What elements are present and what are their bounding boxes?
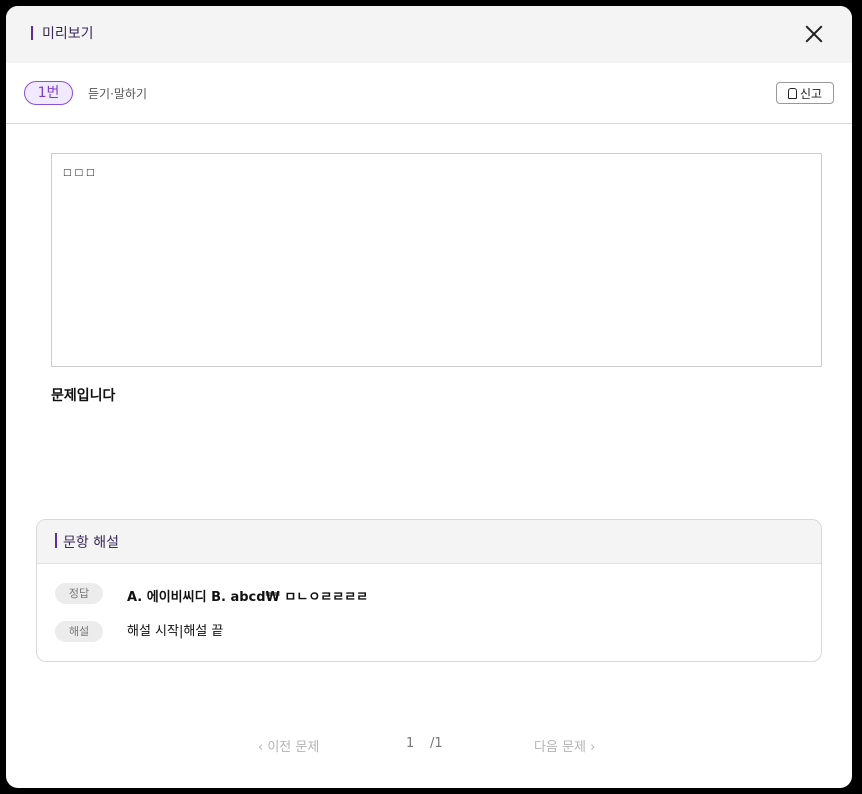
report-label: 신고 xyxy=(799,86,823,101)
answer-text: A. 에이비씨디 B. abcd₩ ㅁㄴㅇㄹㄹㄹㄹ xyxy=(127,590,369,605)
explanation-accent-bar xyxy=(55,533,57,548)
explanation-panel: 문항 해설 정답 A. 에이비씨디 B. abcd₩ ㅁㄴㅇㄹㄹㄹㄹ 해설 해설… xyxy=(36,519,822,662)
modal-header: 미리보기 xyxy=(6,6,852,63)
preview-modal: 미리보기 1번 듣기·말하기 신고 □□□ 문제입니다 문항 해설 정답 A. … xyxy=(6,6,852,788)
question-type: 듣기·말하기 xyxy=(88,87,148,101)
explain-tag: 해설 xyxy=(55,621,103,642)
title-accent-bar xyxy=(31,26,33,40)
pagination: ‹ 이전 문제 1 /1 다음 문제 › xyxy=(6,736,852,756)
prev-question-button[interactable]: ‹ 이전 문제 xyxy=(258,736,319,755)
total-pages: /1 xyxy=(430,736,443,751)
modal-title: 미리보기 xyxy=(42,26,94,42)
next-question-button[interactable]: 다음 문제 › xyxy=(534,736,595,755)
question-text: 문제입니다 xyxy=(51,388,116,404)
answer-tag: 정답 xyxy=(55,583,103,604)
question-number-badge: 1번 xyxy=(24,81,73,105)
content-glyphs: □□□ xyxy=(63,168,98,178)
current-page: 1 xyxy=(406,736,415,751)
question-content-box: □□□ xyxy=(51,153,822,367)
explanation-title: 문항 해설 xyxy=(63,535,119,551)
close-icon[interactable] xyxy=(802,22,826,46)
bell-icon xyxy=(787,87,797,99)
question-info-bar: 1번 듣기·말하기 신고 xyxy=(6,63,852,124)
report-button[interactable]: 신고 xyxy=(776,82,834,104)
explain-text: 해설 시작|해설 끝 xyxy=(127,624,224,639)
explanation-header: 문항 해설 xyxy=(37,520,821,564)
